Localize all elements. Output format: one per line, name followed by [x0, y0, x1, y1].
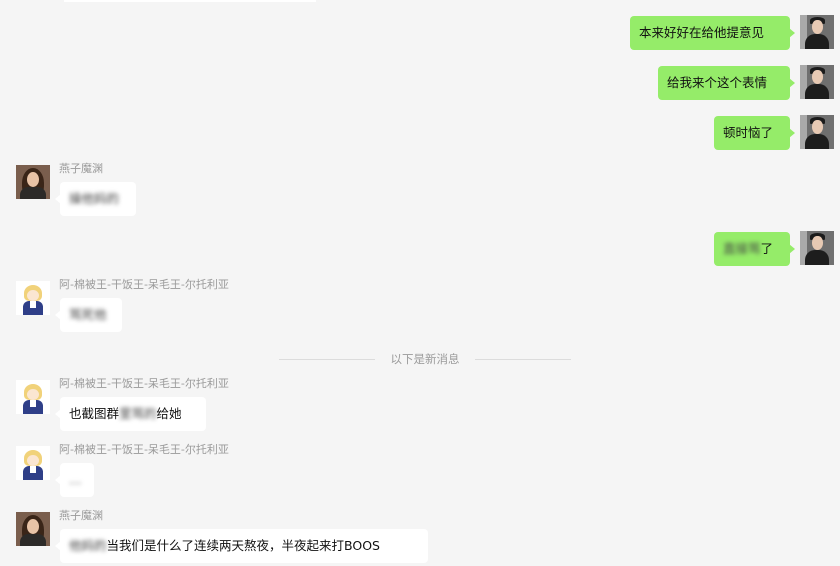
- message-text: 给我来个这个表情: [667, 75, 768, 90]
- sender-name: 燕子魔渊: [59, 509, 103, 522]
- avatar[interactable]: [800, 15, 834, 49]
- avatar[interactable]: [800, 65, 834, 99]
- message-bubble-theirs[interactable]: …: [55, 463, 94, 497]
- message-bubble-theirs[interactable]: 骂死他: [55, 298, 122, 332]
- sender-name: 燕子魔渊: [59, 162, 103, 175]
- message-text-redacted: 直接骂: [723, 241, 761, 256]
- previous-message-edge: [64, 0, 316, 2]
- avatar[interactable]: [16, 446, 50, 480]
- message-text-redacted: …: [69, 472, 82, 487]
- sender-name: 阿-棉被王-干饭王-呆毛王-尔托利亚: [59, 278, 229, 291]
- avatar[interactable]: [800, 231, 834, 265]
- message-bubble-theirs[interactable]: 他妈的当我们是什么了连续两天熬夜，半夜起来打BOOS: [55, 529, 428, 563]
- avatar[interactable]: [16, 165, 50, 199]
- message-text-redacted: 骂死他: [69, 307, 107, 322]
- message-text: 了: [760, 241, 774, 256]
- sender-name: 阿-棉被王-干饭王-呆毛王-尔托利亚: [59, 443, 229, 456]
- avatar[interactable]: [16, 512, 50, 546]
- message-text: 顿时恼了: [723, 125, 774, 140]
- message-text-redacted: 他妈的: [69, 538, 107, 553]
- message-text: 也截图群: [69, 406, 120, 421]
- new-messages-divider: 以下是新消息: [279, 351, 571, 367]
- message-bubble-mine[interactable]: 给我来个这个表情: [658, 66, 795, 100]
- message-text-redacted: 里骂的: [119, 406, 157, 421]
- message-bubble-theirs[interactable]: 也截图群里骂的给她: [55, 397, 206, 431]
- message-text: 本来好好在给他提意见: [639, 25, 765, 40]
- message-bubble-mine[interactable]: 本来好好在给他提意见: [630, 16, 795, 50]
- avatar[interactable]: [16, 281, 50, 315]
- message-text: 当我们是什么了连续两天熬夜，半夜起来打BOOS: [106, 538, 380, 553]
- divider-line-right: [475, 359, 571, 360]
- chat-window: 本来好好在给他提意见 给我来个这个表情 顿时恼了 燕子魔渊 操他妈的 直接骂了 …: [0, 0, 840, 566]
- sender-name: 阿-棉被王-干饭王-呆毛王-尔托利亚: [59, 377, 229, 390]
- message-bubble-mine[interactable]: 直接骂了: [714, 232, 795, 266]
- message-bubble-theirs[interactable]: 操他妈的: [55, 182, 136, 216]
- message-text: 给她: [156, 406, 182, 421]
- avatar[interactable]: [800, 115, 834, 149]
- message-text-redacted: 操他妈的: [69, 191, 120, 206]
- avatar[interactable]: [16, 380, 50, 414]
- message-bubble-mine[interactable]: 顿时恼了: [714, 116, 795, 150]
